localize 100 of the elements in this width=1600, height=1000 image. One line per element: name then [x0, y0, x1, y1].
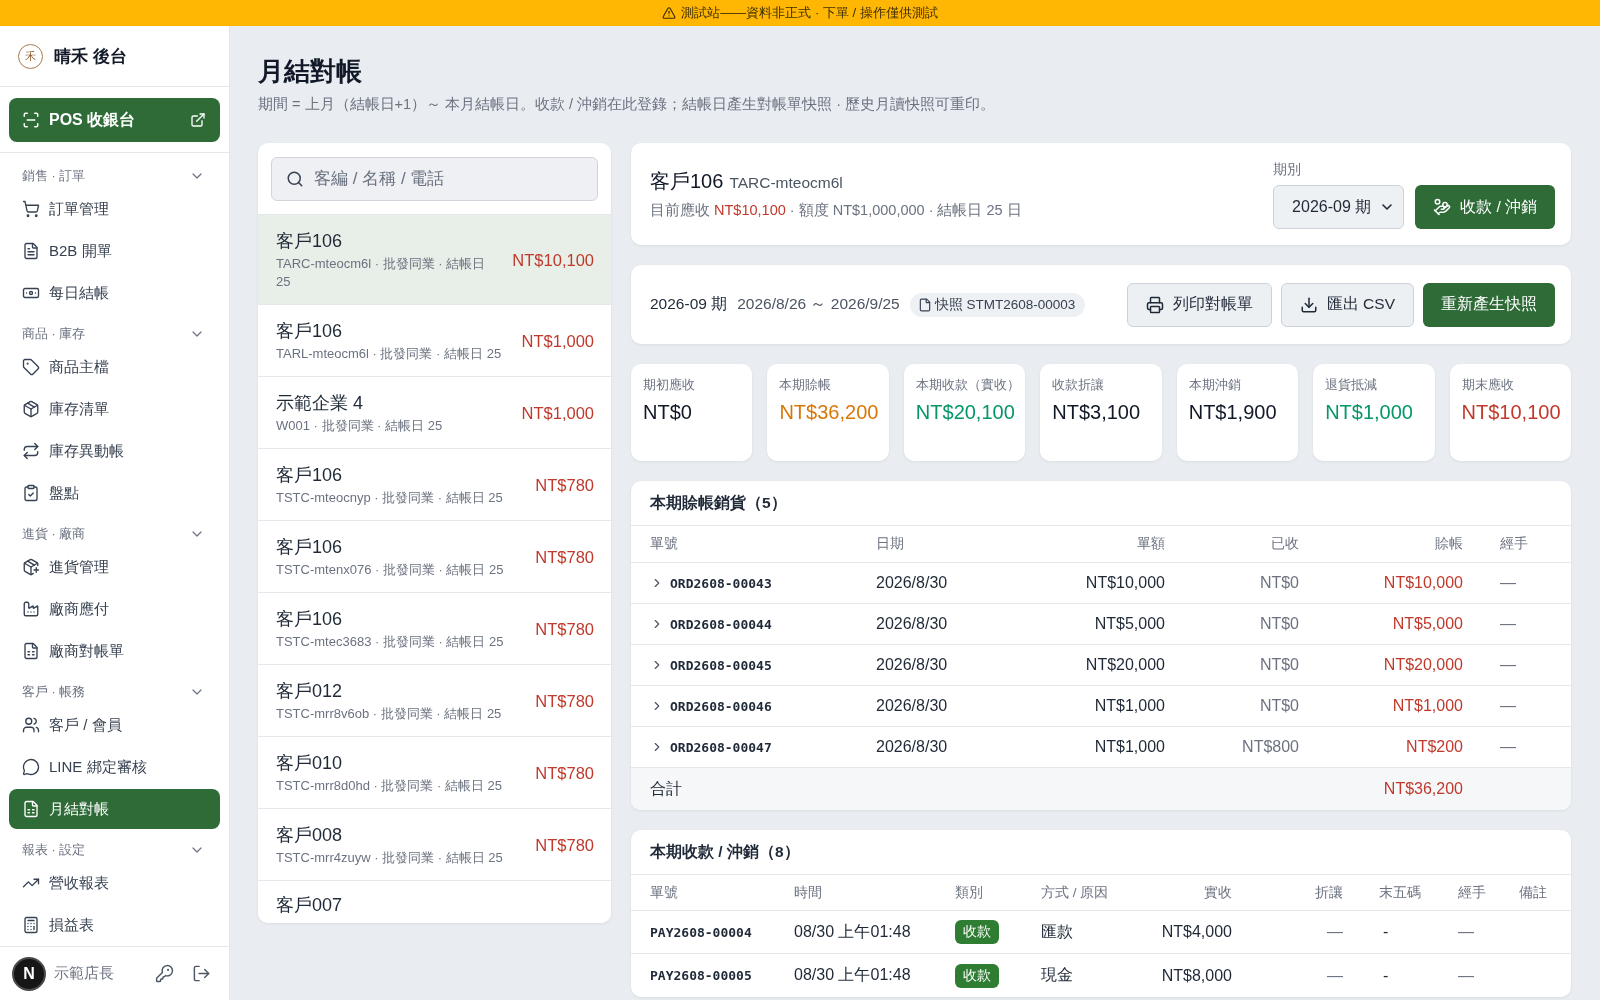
column-header: 經手: [1458, 883, 1486, 902]
column-header: 實收: [1204, 883, 1232, 902]
customer-list-item[interactable]: 示範企業 4 W001 · 批發同業 · 結帳日 25 NT$1,000: [258, 377, 611, 449]
table-cell: NT$200: [1406, 738, 1463, 756]
nav-group-header[interactable]: 客戶 · 帳務: [9, 680, 220, 705]
table-cell: NT$1,000: [1094, 738, 1165, 756]
period-select[interactable]: 2026-09 期: [1273, 185, 1405, 229]
customer-list-item[interactable]: 客戶010 TSTC-mrr8d0hd · 批發同業 · 結帳日 25 NT$780: [258, 737, 611, 809]
customer-meta: TSTC-mrr8d0hd · 批發同業 · 結帳日 25: [276, 777, 504, 795]
table-cell-text: 08/30 上午01:48: [794, 921, 911, 942]
customer-balance: NT$780: [535, 475, 594, 495]
table-cell: —: [1458, 923, 1474, 941]
nav-group-header[interactable]: 報表 · 設定: [9, 838, 220, 863]
customer-name: 客戶106: [276, 536, 344, 559]
table-cell: NT$800: [1242, 738, 1299, 756]
table-cell: —: [1458, 966, 1474, 985]
nav-item[interactable]: 盤點: [9, 473, 220, 514]
column-header: 折讓: [1315, 883, 1343, 902]
order-number: ORD2608-00043: [670, 575, 772, 591]
stat-value: NT$10,100: [1461, 400, 1562, 425]
column-header: 經手: [1500, 535, 1528, 553]
customer-name: 客戶106: [276, 608, 344, 631]
nav-item[interactable]: 廠商應付: [9, 589, 220, 630]
dev-tools-badge[interactable]: N: [12, 956, 46, 991]
logout-icon[interactable]: [192, 964, 211, 984]
order-number: ORD2608-00045: [670, 657, 772, 673]
customer-name: 客戶008: [276, 824, 344, 847]
nav-item[interactable]: 進貨管理: [9, 547, 220, 588]
nav-item[interactable]: B2B 開單: [9, 231, 220, 272]
nav-item[interactable]: 營收報表: [9, 863, 220, 904]
print-button[interactable]: 列印對帳單: [1126, 282, 1272, 327]
customer-list-item[interactable]: 客戶106 TSTC-mtenx076 · 批發同業 · 結帳日 25 NT$780: [258, 521, 611, 593]
page-subtitle: 期間 = 上月（結帳日+1）～ 本月結帳日。收款 / 沖銷在此登錄；結帳日產生對帳單快照 · 歷史月讀快照可重印。: [258, 95, 997, 114]
brand-name: 晴禾 後台: [54, 45, 127, 68]
pos-button[interactable]: POS 收銀台: [9, 98, 220, 143]
swap-arrows-icon: [22, 442, 40, 461]
customer-name: 客戶010: [276, 752, 344, 775]
table-cell: NT$4,000: [1161, 923, 1232, 941]
spreadsheet-icon: [22, 642, 40, 661]
customer-list-item[interactable]: 客戶106 TSTC-mtec3683 · 批發同業 · 結帳日 25 NT$780: [258, 593, 611, 665]
nav-item[interactable]: 庫存異動帳: [9, 431, 220, 472]
warning-icon: [662, 6, 677, 20]
customer-balance: NT$780: [535, 547, 594, 567]
order-number: ORD2608-00044: [670, 616, 772, 632]
cart-icon: [22, 200, 40, 219]
nav-item[interactable]: 每日結帳: [9, 273, 220, 314]
nav-group-header[interactable]: 銷售 · 訂單: [9, 164, 220, 189]
statement-period: 2026-09 期: [650, 294, 728, 314]
customer-meta: TSTC-mrr8v6ob · 批發同業 · 結帳日 25: [276, 705, 503, 723]
table-cell: -: [1383, 923, 1389, 941]
table-cell: 2026/8/30: [876, 697, 948, 715]
nav-group-header[interactable]: 進貨 · 廠商: [9, 522, 220, 547]
printer-icon: [1145, 295, 1164, 314]
column-header: 賒帳: [1435, 535, 1463, 553]
table-cell: NT$0: [1259, 615, 1299, 633]
stat-label: 本期收款（實收）: [915, 377, 1021, 394]
customer-meta: TSTC-mrr4zuyw · 批發同業 · 結帳日 25: [276, 849, 504, 867]
box-icon: [22, 400, 40, 419]
nav-item[interactable]: 庫存清單: [9, 389, 220, 430]
customer-list-item[interactable]: 客戶106 TSTC-mteocnyp · 批發同業 · 結帳日 25 NT$780: [258, 449, 611, 521]
regenerate-button[interactable]: 重新產生快照: [1423, 282, 1555, 327]
nav-group-header[interactable]: 商品 · 庫存: [9, 322, 220, 347]
column-header: 類別: [955, 883, 983, 902]
table-cell: NT$5,000: [1392, 615, 1463, 633]
nav-item[interactable]: 訂單管理: [9, 189, 220, 230]
table-cell: 2026/8/30: [876, 656, 948, 674]
customer-meta: TARC-mteocm6l · 批發同業 · 結帳日 25: [276, 255, 487, 291]
user-name: 示範店長: [54, 964, 115, 984]
customer-list-item[interactable]: 客戶106 TARL-mteocm6l · 批發同業 · 結帳日 25 NT$1,000: [258, 305, 611, 377]
payment-type-badge: 收款: [955, 920, 999, 944]
table-cell: NT$8,000: [1161, 966, 1232, 985]
payment-number: PAY2608-00004: [650, 924, 752, 940]
page-title: 月結對帳: [258, 55, 363, 88]
customer-list-item[interactable]: 客戶008 TSTC-mrr4zuyw · 批發同業 · 結帳日 25 NT$780: [258, 809, 611, 881]
nav-item[interactable]: 損益表: [9, 905, 220, 946]
table-cell-text: 08/30 上午01:48: [794, 965, 911, 985]
table-cell: —: [1327, 923, 1343, 941]
search-field[interactable]: 客編 / 名稱 / 電話: [271, 157, 598, 201]
column-header: 單額: [1137, 535, 1165, 553]
stat-value: NT$1,900: [1188, 400, 1278, 425]
calculator-icon: [22, 916, 40, 935]
customer-list-item[interactable]: 客戶106 TARC-mteocm6l · 批發同業 · 結帳日 25 NT$10,100: [258, 215, 611, 305]
table-cell-text: 匯款: [1041, 921, 1073, 942]
nav-item[interactable]: 廠商對帳單: [9, 631, 220, 672]
table-cell-text: 現金: [1041, 965, 1073, 985]
customer-code: TARC-mteocm6l: [729, 174, 843, 192]
payment-button[interactable]: 收款 / 沖銷: [1415, 185, 1555, 229]
nav-item[interactable]: LINE 綁定審核: [9, 747, 220, 788]
key-icon[interactable]: [155, 964, 174, 984]
customer-list-item[interactable]: 客戶007: [258, 881, 611, 923]
nav-item[interactable]: 月結對帳: [9, 789, 220, 830]
nav-item[interactable]: 客戶 / 會員: [9, 705, 220, 746]
table-cell: —: [1500, 574, 1516, 592]
customer-list-item[interactable]: 客戶012 TSTC-mrr8v6ob · 批發同業 · 結帳日 25 NT$780: [258, 665, 611, 737]
customer-balance: NT$1,000: [521, 331, 594, 351]
nav-item[interactable]: 商品主檔: [9, 347, 220, 388]
column-header: 單號: [650, 535, 678, 553]
stat-value: NT$36,200: [779, 400, 880, 425]
customer-balance: NT$780: [535, 691, 594, 711]
export-button[interactable]: 匯出 CSV: [1280, 282, 1414, 327]
